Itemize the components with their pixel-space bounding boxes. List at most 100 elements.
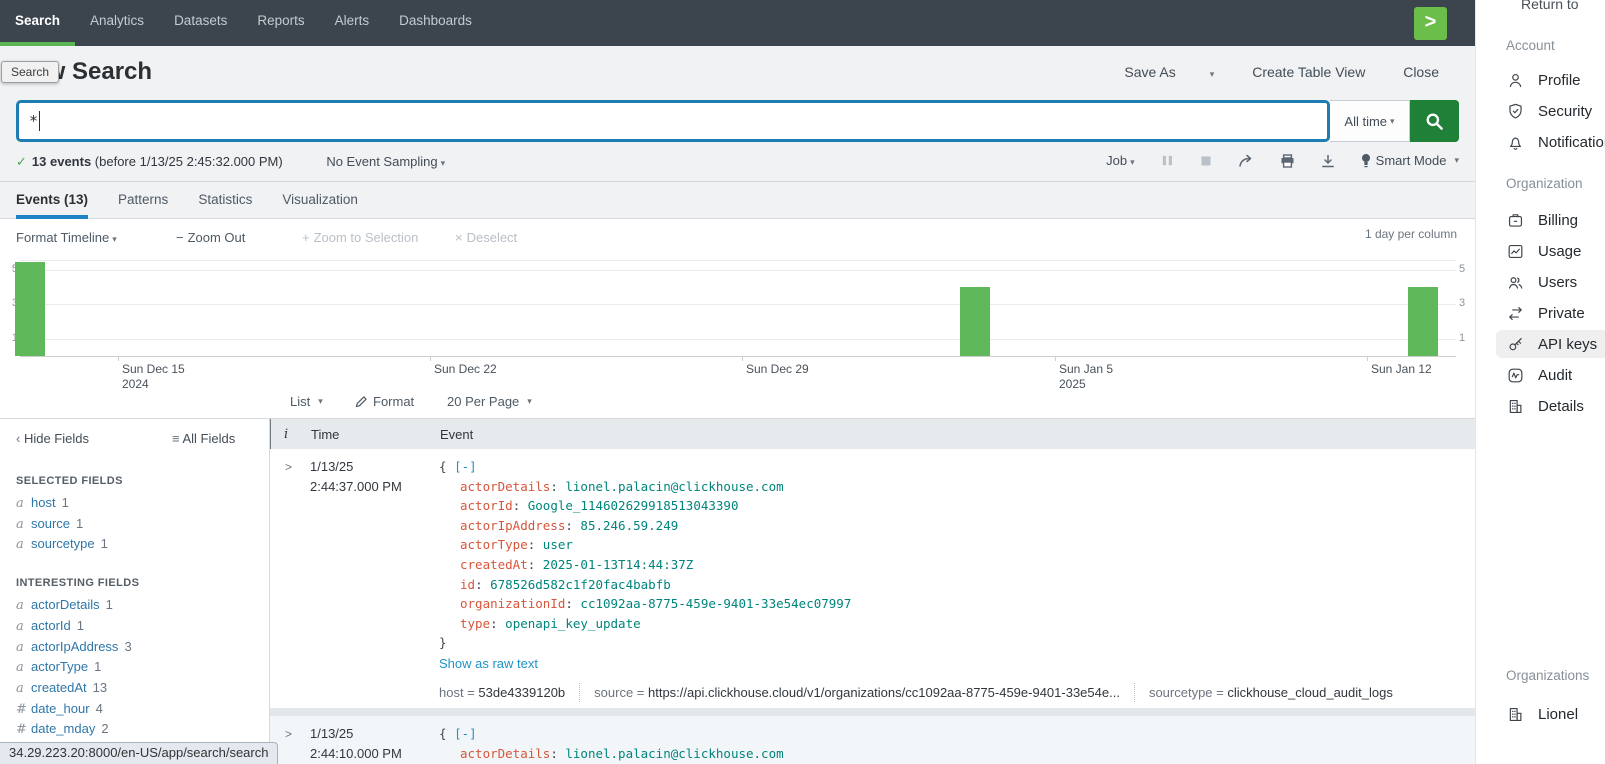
tab-patterns[interactable]: Patterns xyxy=(118,183,168,219)
stop-icon[interactable] xyxy=(1200,155,1212,167)
string-type-icon: a xyxy=(16,535,25,555)
field-date_hour[interactable]: #date_hour4 xyxy=(16,699,269,720)
nav-item-analytics[interactable]: Analytics xyxy=(75,0,159,46)
clickhouse-cloud-menu: Return to AccountProfileSecurityNotifica… xyxy=(1475,0,1605,764)
field-count: 1 xyxy=(106,597,113,612)
field-count: 1 xyxy=(77,618,84,633)
y-axis-label-right: 1 xyxy=(1459,332,1473,344)
export-icon[interactable] xyxy=(1321,154,1335,168)
selected-fields-list: ahost1asource1asourcetype1 xyxy=(16,493,269,555)
zoom-to-selection-button[interactable]: +Zoom to Selection xyxy=(302,230,418,245)
json-colon: : xyxy=(528,557,543,572)
tab-visualization[interactable]: Visualization xyxy=(282,183,358,219)
menu-item-label: Usage xyxy=(1538,243,1581,260)
event-sampling-menu[interactable]: No Event Sampling▾ xyxy=(326,154,445,169)
format-results-button[interactable]: Format xyxy=(355,394,414,409)
event-column-header: Event xyxy=(430,427,1475,442)
y-axis-label-right: 3 xyxy=(1459,297,1473,309)
zoom-out-button[interactable]: −Zoom Out xyxy=(176,230,245,245)
meta-host[interactable]: host = 53de4339120b xyxy=(439,683,579,702)
save-as-button[interactable]: Save As▾ xyxy=(1090,64,1214,80)
meta-source[interactable]: source = https://api.clickhouse.cloud/v1… xyxy=(579,683,1134,702)
building-icon xyxy=(1506,705,1525,724)
tab-statistics[interactable]: Statistics xyxy=(198,183,252,219)
menu-item-label: API keys xyxy=(1538,336,1597,353)
search-button[interactable] xyxy=(1410,100,1459,142)
search-mode-menu[interactable]: Smart Mode▾ xyxy=(1361,153,1459,168)
menu-item-profile[interactable]: Profile xyxy=(1496,66,1605,94)
field-date_mday[interactable]: #date_mday2 xyxy=(16,719,269,740)
create-table-view-button[interactable]: Create Table View xyxy=(1252,64,1365,80)
field-actorIpAddress[interactable]: aactorIpAddress3 xyxy=(16,637,269,658)
menu-item-private[interactable]: Private xyxy=(1496,299,1605,327)
event-time-cell: 1/13/252:44:10.000 PM xyxy=(300,724,429,764)
field-count: 2 xyxy=(101,721,108,736)
histogram-bar[interactable] xyxy=(15,262,45,356)
nav-item-dashboards[interactable]: Dashboards xyxy=(384,0,487,46)
x-axis-tick xyxy=(1367,356,1368,361)
menu-item-notifications[interactable]: Notifications xyxy=(1496,128,1605,156)
nav-item-reports[interactable]: Reports xyxy=(242,0,319,46)
billing-icon xyxy=(1506,211,1525,230)
json-colon: : xyxy=(528,537,543,552)
field-source[interactable]: asource1 xyxy=(16,514,269,535)
histogram-bar[interactable] xyxy=(1408,287,1438,356)
nav-item-datasets[interactable]: Datasets xyxy=(159,0,242,46)
share-icon[interactable] xyxy=(1238,154,1254,168)
field-sourcetype[interactable]: asourcetype1 xyxy=(16,534,269,555)
collapse-json-toggle[interactable]: [-] xyxy=(454,459,477,474)
nav-item-search[interactable]: Search xyxy=(0,0,75,46)
menu-item-usage[interactable]: Usage xyxy=(1496,237,1605,265)
json-value: Google_114602629918513043390 xyxy=(528,498,739,513)
json-value: cc1092aa-8775-459e-9401-33e54ec07997 xyxy=(580,596,851,611)
results-split: ‹ Hide Fields ≡ All Fields SELECTED FIEL… xyxy=(0,419,1475,764)
nav-item-alerts[interactable]: Alerts xyxy=(320,0,385,46)
search-query-input[interactable]: * xyxy=(16,100,1330,142)
field-name: host xyxy=(31,495,56,510)
hide-fields-button[interactable]: ‹ Hide Fields xyxy=(16,431,89,446)
deselect-button[interactable]: ×Deselect xyxy=(455,230,517,245)
field-actorId[interactable]: aactorId1 xyxy=(16,616,269,637)
pause-icon[interactable] xyxy=(1161,154,1174,167)
field-host[interactable]: ahost1 xyxy=(16,493,269,514)
menu-item-details[interactable]: Details xyxy=(1496,392,1605,420)
chevron-down-icon: ▾ xyxy=(112,234,117,244)
job-menu[interactable]: Job▾ xyxy=(1106,153,1135,168)
number-type-icon: # xyxy=(16,700,25,720)
all-fields-button[interactable]: ≡ All Fields xyxy=(172,431,235,446)
tab-events-13[interactable]: Events (13) xyxy=(16,183,88,219)
chevron-down-icon: ▾ xyxy=(1390,116,1395,127)
menu-item-users[interactable]: Users xyxy=(1496,268,1605,296)
per-page-menu[interactable]: 20 Per Page▾ xyxy=(447,394,532,409)
menu-item-api-keys[interactable]: API keys xyxy=(1496,330,1605,358)
print-icon[interactable] xyxy=(1280,154,1295,168)
list-view-menu[interactable]: List▾ xyxy=(290,394,323,409)
time-range-picker[interactable]: All time▾ xyxy=(1330,100,1410,142)
field-actorType[interactable]: aactorType1 xyxy=(16,657,269,678)
show-raw-text-link[interactable]: Show as raw text xyxy=(439,653,1475,675)
return-to-link[interactable]: Return to xyxy=(1521,0,1579,12)
fields-sidebar: ‹ Hide Fields ≡ All Fields SELECTED FIEL… xyxy=(0,419,270,764)
json-key: actorDetails xyxy=(460,746,550,761)
chevron-left-icon: ‹ xyxy=(16,431,24,446)
field-count: 1 xyxy=(62,495,69,510)
field-count: 1 xyxy=(76,516,83,531)
json-close-line: } xyxy=(439,633,1475,653)
menu-item-billing[interactable]: Billing xyxy=(1496,206,1605,234)
menu-item-lionel[interactable]: Lionel xyxy=(1496,700,1605,728)
field-createdAt[interactable]: acreatedAt13 xyxy=(16,678,269,699)
gridline-1 xyxy=(20,339,1456,340)
splunk-logo[interactable]: > xyxy=(1414,7,1447,40)
meta-sourcetype[interactable]: sourcetype = clickhouse_cloud_audit_logs xyxy=(1134,683,1407,702)
histogram-bar[interactable] xyxy=(960,287,990,356)
close-button[interactable]: Close xyxy=(1403,64,1439,80)
collapse-json-toggle[interactable]: [-] xyxy=(454,726,477,741)
menu-item-audit[interactable]: Audit xyxy=(1496,361,1605,389)
field-actorDetails[interactable]: aactorDetails1 xyxy=(16,595,269,616)
menu-item-security[interactable]: Security xyxy=(1496,97,1605,125)
expand-event-icon[interactable]: > xyxy=(270,457,300,702)
format-timeline-menu[interactable]: Format Timeline▾ xyxy=(16,230,117,245)
field-count: 3 xyxy=(124,639,131,654)
json-value: openapi_key_update xyxy=(505,616,640,631)
show-raw-text-link[interactable]: Show as raw text xyxy=(439,653,538,675)
